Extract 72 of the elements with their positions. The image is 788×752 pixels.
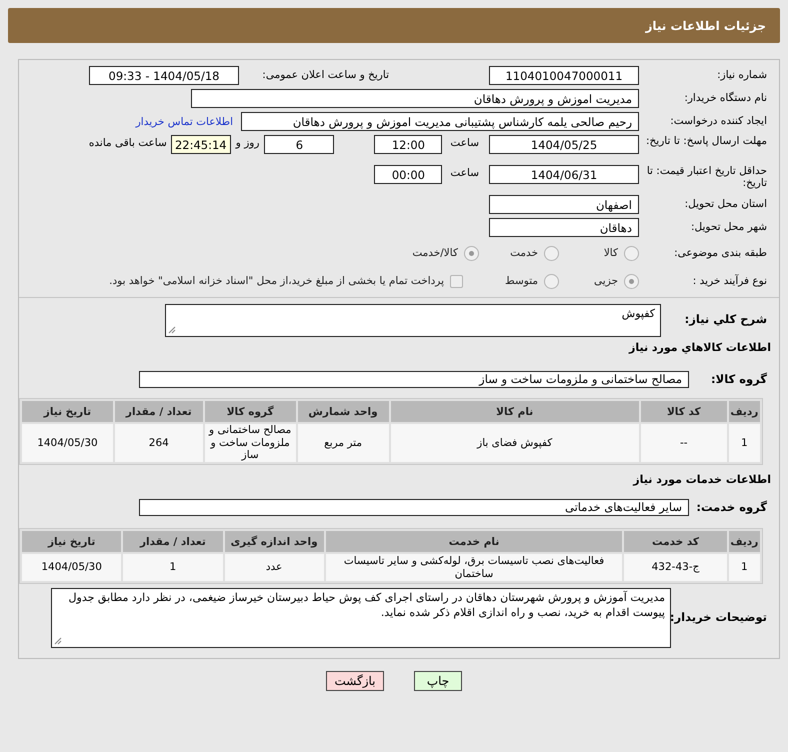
section-title: اطلاعات خدمات مورد نیاز bbox=[632, 473, 771, 486]
field-label: ساعت bbox=[450, 137, 479, 149]
table-cell: 1 bbox=[123, 554, 222, 581]
input-field[interactable]: 6 bbox=[264, 135, 334, 154]
column-header: ردیف bbox=[728, 401, 760, 422]
table-cell: ج-43-432 bbox=[624, 554, 727, 581]
field-label: ساعت bbox=[450, 167, 479, 179]
page-title: جزئیات اطلاعات نیاز bbox=[645, 18, 766, 32]
table-cell: 1 bbox=[728, 424, 760, 462]
input-field[interactable]: 1104010047000011 bbox=[489, 66, 639, 85]
table-cell: 1 bbox=[728, 554, 760, 581]
text-area[interactable]: مدیریت آموزش و پرورش شهرستان دهاقان در راستای اجرای کف پوش حیاط دبیرستان خیرساز ضیغمی، در نظر دارد مطابق جدول پیوست اقدام به خرید، نصب و راه اندازی اقلام ذکر شده نماید. bbox=[51, 588, 671, 648]
field-label: شرح کلي نیاز: bbox=[684, 311, 768, 326]
column-header: نام خدمت bbox=[326, 531, 622, 552]
column-header: تعداد / مقدار bbox=[114, 401, 203, 422]
field-label: شهر محل تحویل: bbox=[690, 221, 768, 234]
field-label: گروه کالا: bbox=[710, 372, 768, 386]
input-field[interactable]: مدیریت اموزش و پرورش دهاقان bbox=[191, 89, 639, 108]
column-header: نام کالا bbox=[390, 401, 639, 422]
field-label: حداقل تاریخ اعتبار قیمت: تا تاریخ: bbox=[646, 165, 768, 190]
table-cell: کفپوش فضای باز bbox=[390, 424, 639, 462]
input-field[interactable]: اصفهان bbox=[489, 195, 639, 214]
column-header: تاریخ نیاز bbox=[22, 401, 113, 422]
back-button[interactable]: بازگشت bbox=[326, 671, 384, 691]
field-label: توضیحات خریدار: bbox=[671, 609, 768, 624]
option-label: جزیی bbox=[594, 275, 618, 287]
input-field[interactable]: مصالح ساختمانی و ملزومات ساخت و ساز bbox=[139, 370, 689, 388]
contact-link[interactable]: اطلاعات تماس خریدار bbox=[136, 116, 233, 128]
option-label: کالا/خدمت bbox=[412, 247, 458, 259]
field-label: مهلت ارسال پاسخ: تا تاریخ: bbox=[644, 135, 768, 148]
column-header: ردیف bbox=[728, 531, 760, 552]
column-header: کد خدمت bbox=[624, 531, 727, 552]
input-field[interactable]: 1404/05/25 bbox=[489, 135, 639, 154]
countdown-field: 22:45:14 bbox=[170, 135, 231, 154]
option-label: کالا bbox=[604, 247, 618, 259]
input-field[interactable]: 00:00 bbox=[374, 165, 442, 184]
field-label: نام دستگاه خریدار: bbox=[683, 92, 768, 105]
input-field[interactable]: 1404/06/31 bbox=[489, 165, 639, 184]
column-header: تاریخ نیاز bbox=[22, 531, 122, 552]
field-label: ساعت باقی مانده bbox=[88, 137, 167, 149]
table-cell: -- bbox=[640, 424, 727, 462]
option-label: پرداخت تمام یا بخشی از مبلغ خرید،از محل "اسناد خزانه اسلامی" خواهد بود. bbox=[109, 275, 444, 287]
field-label: طبقه بندی موضوعی: bbox=[673, 246, 768, 260]
field-label: تاریخ و ساعت اعلان عمومی: bbox=[261, 69, 390, 82]
option-label: متوسط bbox=[505, 275, 538, 287]
table-cell: 1404/05/30 bbox=[22, 424, 113, 462]
field-label: شماره نیاز: bbox=[716, 69, 768, 82]
table-cell: عدد bbox=[224, 554, 324, 581]
input-field[interactable]: دهاقان bbox=[489, 218, 639, 237]
column-header: تعداد / مقدار bbox=[123, 531, 222, 552]
field-label: روز و bbox=[236, 137, 260, 149]
text-area[interactable]: کفپوش bbox=[165, 304, 661, 337]
section-title: اطلاعات کالاهاي مورد نیاز bbox=[628, 341, 771, 354]
notes-text: مدیریت آموزش و پرورش شهرستان دهاقان در راستای اجرای کف پوش حیاط دبیرستان خیرساز ضیغمی، در نظر دارد مطابق جدول پیوست اقدام به خرید، نصب و راه اندازی اقلام ذکر شده نماید. bbox=[68, 591, 665, 619]
table-cell: 264 bbox=[114, 424, 203, 462]
column-header: کد کالا bbox=[640, 401, 727, 422]
field-label: نوع فرآیند خرید : bbox=[692, 274, 768, 288]
input-field[interactable]: 1404/05/18 - 09:33 bbox=[89, 66, 239, 85]
input-field[interactable]: 12:00 bbox=[374, 135, 442, 154]
table-cell: 1404/05/30 bbox=[22, 554, 122, 581]
field-label: ایجاد کننده درخواست: bbox=[669, 115, 768, 128]
input-field[interactable]: رحیم صالحی یلمه کارشناس پشتیبانی مدیریت اموزش و پرورش دهاقان bbox=[241, 112, 639, 131]
table-cell: فعالیت‌های نصب تاسیسات برق، لوله‌کشی و سایر تاسیسات ساختمان bbox=[326, 554, 622, 581]
table-cell: متر مربع bbox=[298, 424, 388, 462]
field-label: استان محل تحویل: bbox=[684, 198, 768, 211]
column-header: واحد شمارش bbox=[298, 401, 388, 422]
column-header: گروه کالا bbox=[204, 401, 296, 422]
table-cell: مصالح ساختمانی و ملزومات ساخت و ساز bbox=[204, 424, 296, 462]
column-header: واحد اندازه گیری bbox=[224, 531, 324, 552]
input-field[interactable]: سایر فعالیت‌های خدماتی bbox=[139, 498, 689, 516]
print-button[interactable]: چاپ bbox=[414, 671, 462, 691]
option-label: خدمت bbox=[510, 247, 538, 259]
